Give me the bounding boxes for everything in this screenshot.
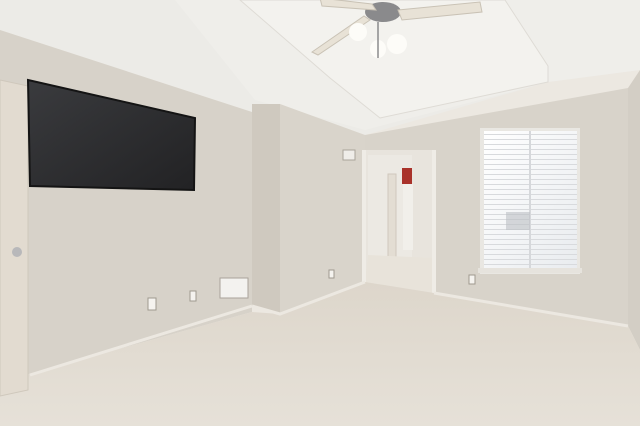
floor-vent bbox=[219, 277, 249, 299]
wall-outlet bbox=[189, 290, 197, 302]
wall-outlet bbox=[147, 297, 157, 311]
middle-wall bbox=[280, 104, 365, 314]
bedroom-photo bbox=[0, 0, 640, 426]
wall-vent bbox=[342, 149, 356, 161]
window-with-blinds bbox=[478, 128, 582, 274]
wall-outlet bbox=[468, 274, 476, 285]
right-wall bbox=[628, 70, 640, 350]
hallway-doorway bbox=[362, 150, 436, 294]
closet-door bbox=[0, 79, 29, 397]
door-knob bbox=[12, 247, 22, 257]
wall-outlet bbox=[328, 269, 335, 279]
wall-column bbox=[252, 104, 280, 314]
